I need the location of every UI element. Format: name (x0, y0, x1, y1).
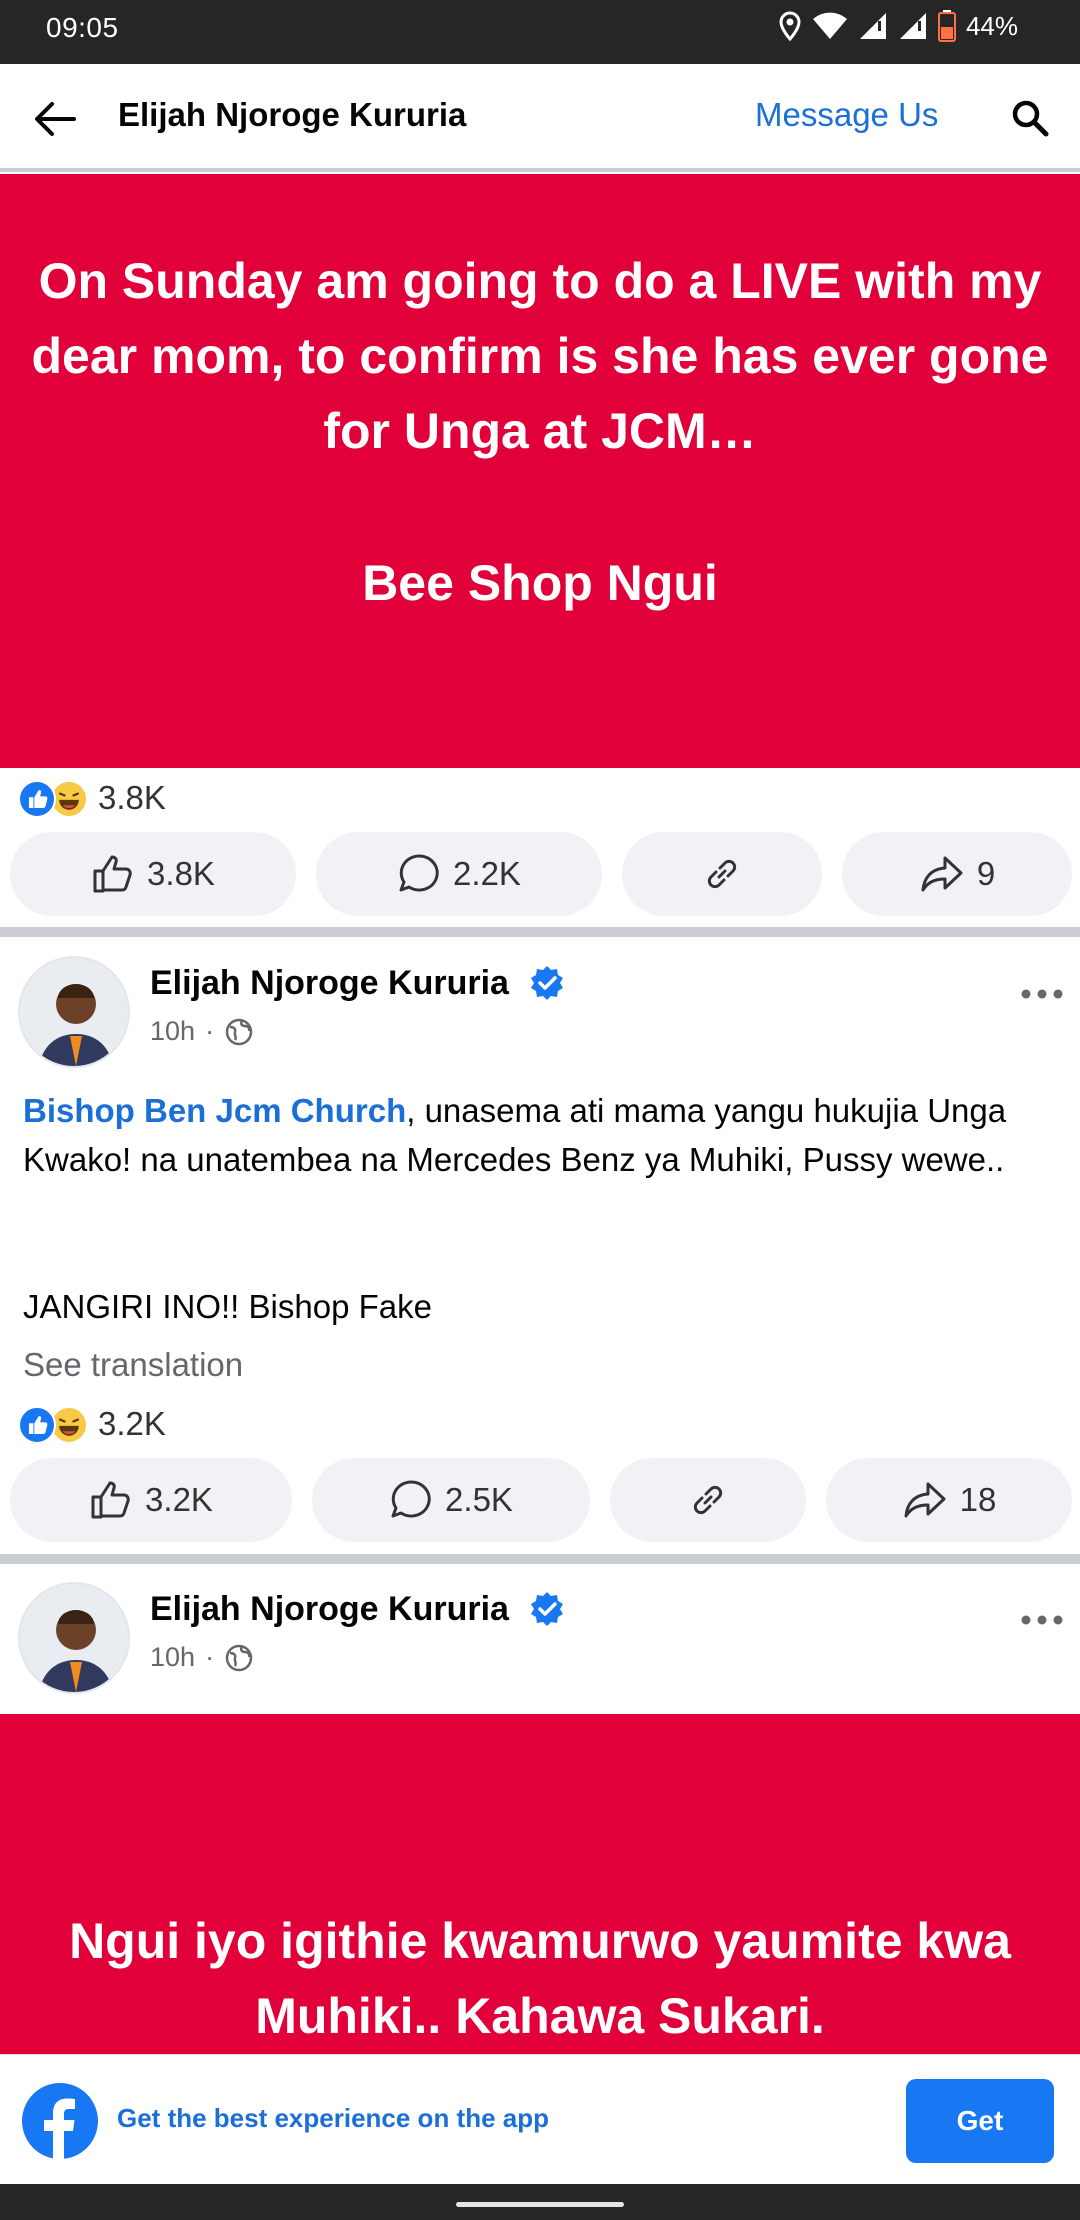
signal-icon (859, 13, 886, 39)
share-button[interactable]: 18 (826, 1458, 1072, 1542)
author-name[interactable]: Elijah Njoroge Kururia (150, 964, 509, 1003)
avatar[interactable] (18, 956, 130, 1068)
copy-link-button[interactable] (610, 1458, 806, 1542)
reaction-summary[interactable]: 3.8K (18, 778, 166, 818)
link-icon (707, 859, 737, 889)
post-body: Bishop Ben Jcm Church, unasema ati mama … (23, 1086, 1063, 1184)
facebook-logo-icon (22, 2083, 98, 2159)
system-nav-bar (0, 2184, 1080, 2220)
see-translation-link[interactable]: See translation (23, 1346, 243, 1384)
page-title: Elijah Njoroge Kururia (118, 96, 467, 133)
like-icon (93, 855, 132, 893)
author-name[interactable]: Elijah Njoroge Kururia (150, 1590, 509, 1629)
globe-icon (225, 1018, 253, 1045)
comment-icon (399, 854, 439, 892)
text-post-card[interactable]: Ngui iyo igithie kwamurwo yaumite kwa Mu… (0, 1714, 1080, 2054)
wifi-icon (812, 12, 847, 39)
verified-badge-icon (531, 966, 563, 1000)
battery-icon (937, 10, 956, 42)
page-header: Elijah Njoroge Kururia Message Us (0, 64, 1080, 172)
comment-icon (391, 1480, 431, 1518)
share-count: 9 (976, 855, 996, 892)
avatar-image (20, 958, 128, 1066)
comment-count: 2.5K (445, 1481, 513, 1518)
meta-separator: · (205, 1016, 215, 1046)
search-icon[interactable] (1010, 98, 1050, 138)
post-text: On Sunday am going to do a LIVE with my … (31, 253, 1049, 459)
home-gesture-handle[interactable] (456, 2202, 624, 2207)
like-reaction-icon (18, 780, 56, 818)
verified-badge-icon (531, 1592, 563, 1626)
post-meta: 10h · (150, 1642, 254, 1673)
post-divider (0, 927, 1080, 937)
post-time: 10h (150, 1016, 196, 1046)
like-count: 3.8K (147, 855, 215, 892)
post-actions: 3.2K 2.5K 18 (0, 1458, 1080, 1542)
meta-separator: · (205, 1642, 215, 1672)
message-us-button[interactable]: Message Us (755, 96, 938, 134)
status-icons: 44% (778, 10, 1018, 42)
post-actions: 3.8K 2.2K 9 (0, 832, 1080, 916)
link-icon (693, 1485, 723, 1515)
like-reaction-icon (18, 1406, 56, 1444)
battery-percent: 44% (965, 10, 1018, 41)
status-bar: 09:05 44% (0, 0, 1080, 64)
share-icon (904, 1482, 946, 1518)
status-time: 09:05 (46, 12, 119, 43)
mention-link[interactable]: Bishop Ben Jcm Church (23, 1092, 406, 1129)
reaction-count: 3.2K (98, 1405, 166, 1442)
signal-icon (899, 13, 926, 39)
post-header: Elijah Njoroge Kururia 10h · (0, 1572, 1080, 1694)
reaction-summary[interactable]: 3.2K (18, 1404, 166, 1444)
reaction-count: 3.8K (98, 779, 166, 816)
more-options-icon[interactable] (1020, 1610, 1064, 1630)
avatar[interactable] (18, 1582, 130, 1694)
comment-button[interactable]: 2.5K (312, 1458, 590, 1542)
back-arrow-icon[interactable] (30, 94, 80, 144)
more-options-icon[interactable] (1020, 984, 1064, 1004)
share-count: 18 (959, 1481, 997, 1518)
share-button[interactable]: 9 (842, 832, 1072, 916)
post-meta: 10h · (150, 1016, 254, 1047)
comment-count: 2.2K (453, 855, 521, 892)
post-subtext: Bee Shop Ngui (362, 555, 718, 611)
location-icon (779, 11, 801, 41)
comment-button[interactable]: 2.2K (316, 832, 602, 916)
globe-icon (225, 1644, 253, 1671)
avatar-image (20, 1584, 128, 1692)
share-icon (921, 856, 963, 892)
banner-text: Get the best experience on the app (117, 2103, 549, 2133)
like-button[interactable]: 3.2K (10, 1458, 292, 1542)
text-post-card[interactable]: On Sunday am going to do a LIVE with my … (0, 174, 1080, 768)
post-divider (0, 1554, 1080, 1564)
get-app-button[interactable]: Get (906, 2079, 1054, 2163)
post-time: 10h (150, 1642, 196, 1672)
app-install-banner: Get the best experience on the app Get (0, 2054, 1080, 2184)
like-button[interactable]: 3.8K (10, 832, 296, 916)
copy-link-button[interactable] (622, 832, 822, 916)
post-body-line: JANGIRI INO!! Bishop Fake (23, 1288, 432, 1325)
like-icon (91, 1481, 130, 1519)
post-header: Elijah Njoroge Kururia 10h · (0, 946, 1080, 1068)
like-count: 3.2K (145, 1481, 213, 1518)
post-text: Ngui iyo igithie kwamurwo yaumite kwa Mu… (69, 1913, 1011, 2044)
